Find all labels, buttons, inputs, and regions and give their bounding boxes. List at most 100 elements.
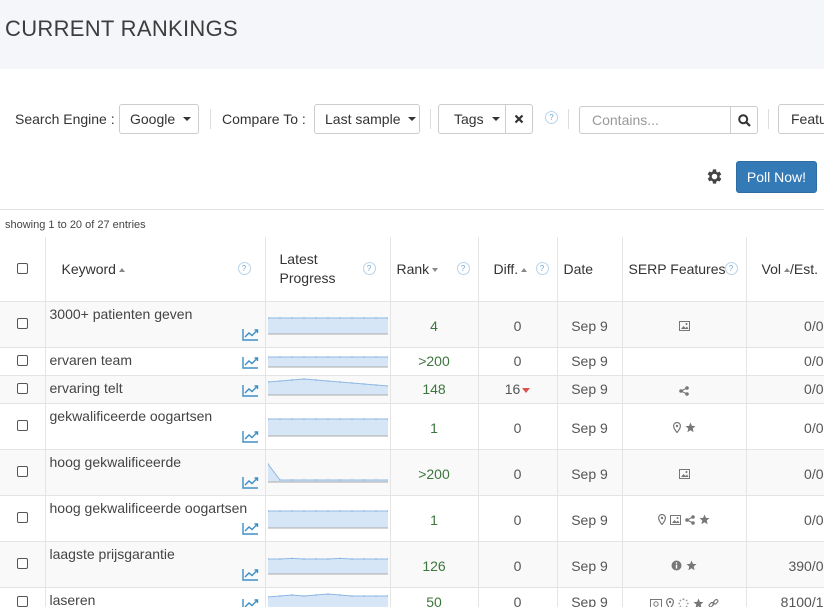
table-row[interactable]: laagste prijsgarantie 126 0 Sep 9 390/0 <box>0 541 824 588</box>
trend-chart-icon[interactable] <box>241 568 259 581</box>
table-header-row: Keyword ? Latest Progress ? Rank ? Diff.… <box>0 237 824 302</box>
rank-cell: 4 <box>390 301 479 348</box>
table-row[interactable]: gekwalificeerde oogartsen 1 0 Sep 9 0/0 <box>0 403 824 450</box>
rank-cell: 50 <box>390 587 479 607</box>
row-checkbox[interactable] <box>16 420 28 431</box>
trend-chart-icon[interactable] <box>241 356 259 369</box>
star-icon <box>685 420 696 436</box>
trend-chart-icon[interactable] <box>241 522 259 535</box>
poll-now-button[interactable]: Poll Now! <box>736 161 817 193</box>
trend-chart-icon[interactable] <box>241 328 259 341</box>
tags-dropdown[interactable]: Tags <box>438 104 506 134</box>
date-value: Sep 9 <box>571 353 608 369</box>
keyword-text[interactable]: gekwalificeerde oogartsen <box>50 408 213 424</box>
diff-header-label: Diff. <box>493 260 519 277</box>
trend-sparkline <box>266 462 389 482</box>
gear-icon[interactable] <box>705 167 724 186</box>
entries-count: showing 1 to 20 of 27 entries <box>5 219 146 231</box>
serp-cell <box>622 301 747 348</box>
trend-chart-icon[interactable] <box>241 476 259 489</box>
search-engine-dropdown[interactable]: Google <box>119 104 199 134</box>
row-checkbox[interactable] <box>16 596 28 607</box>
keyword-text[interactable]: hoog gekwalificeerde <box>50 454 182 470</box>
diff-value: 0 <box>513 558 522 574</box>
clear-tags-button[interactable] <box>505 104 533 134</box>
select-all-checkbox[interactable] <box>16 262 28 274</box>
rank-value: 1 <box>430 512 438 528</box>
est-header-label: /Est. <box>789 260 818 277</box>
table-row[interactable]: laseren 50 0 Sep 9 8100/1 <box>0 587 824 607</box>
link-icon <box>708 596 719 607</box>
features-dropdown[interactable]: Featu <box>778 104 824 134</box>
keyword-text[interactable]: 3000+ patienten geven <box>50 306 193 322</box>
progress-cell <box>265 301 391 348</box>
row-checkbox[interactable] <box>16 318 28 329</box>
vol-cell: 0/0 <box>746 403 824 450</box>
help-icon[interactable]: ? <box>535 262 549 275</box>
rank-down-icon <box>522 387 531 393</box>
vol-value: 0/0 <box>804 318 824 334</box>
help-icon[interactable]: ? <box>545 111 558 124</box>
sort-asc-icon <box>521 268 528 273</box>
table-row[interactable]: 3000+ patienten geven 4 0 Sep 9 0/0 <box>0 301 824 348</box>
diff-value: 0 <box>513 466 522 482</box>
help-icon[interactable]: ? <box>237 262 251 275</box>
help-icon[interactable]: ? <box>724 262 738 275</box>
row-select-cell <box>0 541 46 588</box>
row-checkbox[interactable] <box>16 466 28 477</box>
rank-header[interactable]: Rank ? <box>390 237 479 302</box>
image-icon <box>670 512 681 528</box>
table-row[interactable]: hoog gekwalificeerde oogartsen 1 0 Sep 9 0/0 <box>0 495 824 542</box>
date-cell: Sep 9 <box>557 587 623 607</box>
date-cell: Sep 9 <box>557 375 623 404</box>
diff-cell: 0 <box>478 449 558 496</box>
keyword-text[interactable]: ervaring telt <box>50 380 123 396</box>
table-row[interactable]: hoog gekwalificeerde >200 0 Sep 9 0/0 <box>0 449 824 496</box>
vol-value: 0/0 <box>804 381 824 397</box>
trend-chart-icon[interactable] <box>241 430 259 443</box>
row-checkbox[interactable] <box>16 355 28 366</box>
keyword-text[interactable]: hoog gekwalificeerde oogartsen <box>50 500 248 516</box>
vol-value: 8100/1 <box>780 594 824 607</box>
divider <box>568 109 569 129</box>
row-checkbox[interactable] <box>16 558 28 569</box>
date-cell: Sep 9 <box>557 541 623 588</box>
vol-value: 0/0 <box>804 466 824 482</box>
contains-search-input[interactable] <box>579 106 731 134</box>
trend-chart-icon[interactable] <box>241 384 259 397</box>
keyword-cell: ervaring telt <box>45 375 266 404</box>
diff-header[interactable]: Diff. ? <box>478 237 558 302</box>
row-select-cell <box>0 375 46 404</box>
keyword-cell: laseren <box>45 587 266 607</box>
vol-header[interactable]: Vol/Est. <box>746 237 824 302</box>
progress-cell <box>265 403 391 450</box>
vol-value: 390/0 <box>788 558 824 574</box>
diff-value: 16 <box>504 381 521 397</box>
table-row[interactable]: ervaren team >200 0 Sep 9 0/0 <box>0 347 824 376</box>
trend-chart-icon[interactable] <box>241 598 259 607</box>
diff-value: 0 <box>513 353 522 369</box>
keyword-text[interactable]: ervaren team <box>50 352 132 368</box>
keyword-text[interactable]: laseren <box>50 592 96 607</box>
help-icon[interactable]: ? <box>456 262 470 275</box>
rank-value: 148 <box>422 381 446 397</box>
rank-value: 50 <box>426 594 442 607</box>
row-checkbox[interactable] <box>16 383 28 394</box>
row-checkbox[interactable] <box>16 512 28 523</box>
compare-to-dropdown[interactable]: Last sample <box>314 104 420 134</box>
tags-label: Tags <box>454 111 484 127</box>
date-header[interactable]: Date <box>557 237 623 302</box>
table-row[interactable]: ervaring telt 148 16 Sep 9 0/0 <box>0 375 824 404</box>
trend-sparkline <box>266 355 389 367</box>
help-icon[interactable]: ? <box>362 262 376 275</box>
keyword-text[interactable]: laagste prijsgarantie <box>50 546 175 562</box>
map-pin-icon <box>672 420 681 436</box>
sort-asc-icon <box>118 268 125 273</box>
serp-header: SERP Features ? <box>622 237 747 302</box>
vol-cell: 0/0 <box>746 495 824 542</box>
search-engine-label: Search Engine : <box>15 111 115 127</box>
diff-cell: 0 <box>478 541 558 588</box>
search-button[interactable] <box>730 106 758 134</box>
row-select-cell <box>0 347 46 376</box>
keyword-header[interactable]: Keyword ? <box>45 237 266 302</box>
